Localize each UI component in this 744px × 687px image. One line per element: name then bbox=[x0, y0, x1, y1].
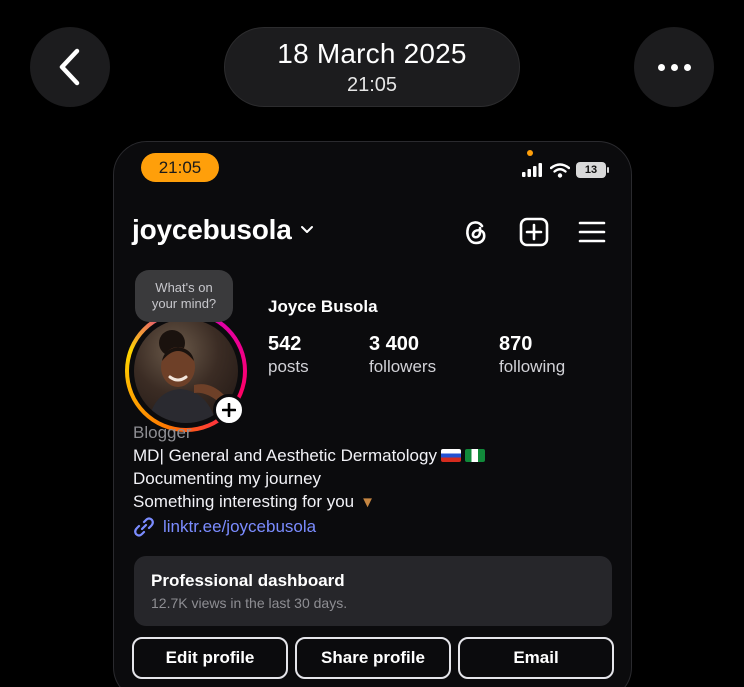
menu-icon[interactable] bbox=[578, 220, 606, 244]
privacy-indicator-dot bbox=[527, 150, 533, 156]
screenshot-date: 18 March 2025 bbox=[277, 37, 467, 69]
nigeria-flag-icon bbox=[464, 449, 485, 462]
account-switcher[interactable]: joycebusola bbox=[132, 214, 314, 246]
following-label: following bbox=[499, 357, 566, 376]
following-count: 870 bbox=[499, 333, 533, 355]
bio-line: Something interesting for you ▼ bbox=[133, 490, 485, 514]
posts-label: posts bbox=[268, 357, 309, 376]
posts-stat[interactable]: 542 posts bbox=[268, 332, 369, 378]
following-stat[interactable]: 870 following bbox=[499, 332, 565, 378]
profile-link[interactable]: linktr.ee/joycebusola bbox=[133, 516, 316, 538]
plus-icon bbox=[222, 403, 236, 417]
followers-stat[interactable]: 3 400 followers bbox=[369, 332, 499, 378]
share-profile-button[interactable]: Share profile bbox=[295, 637, 451, 679]
edit-profile-button[interactable]: Edit profile bbox=[132, 637, 288, 679]
cellular-signal-icon bbox=[522, 163, 542, 177]
profile-stats: 542 posts 3 400 followers 870 following bbox=[268, 332, 565, 378]
dashboard-title: Professional dashboard bbox=[151, 571, 345, 590]
ellipsis-icon bbox=[657, 63, 691, 71]
date-time-pill: 18 March 2025 21:05 bbox=[224, 27, 520, 107]
more-button[interactable] bbox=[634, 27, 714, 107]
bio-line: Documenting my journey bbox=[133, 469, 322, 488]
note-bubble[interactable]: What's on your mind? bbox=[135, 270, 233, 322]
status-icons: 13 bbox=[522, 162, 609, 178]
chevron-left-icon bbox=[59, 48, 80, 86]
battery-icon: 13 bbox=[576, 162, 609, 178]
create-post-icon[interactable] bbox=[519, 217, 549, 247]
back-button[interactable] bbox=[30, 27, 110, 107]
dashboard-subtitle: 12.7K views in the last 30 days. bbox=[151, 595, 348, 611]
profile-avatar[interactable] bbox=[125, 310, 247, 432]
posts-count: 542 bbox=[268, 333, 302, 355]
threads-icon[interactable] bbox=[462, 217, 490, 247]
link-icon bbox=[134, 517, 154, 537]
email-button[interactable]: Email bbox=[458, 637, 614, 679]
professional-dashboard[interactable]: Professional dashboard 12.7K views in th… bbox=[134, 556, 612, 626]
followers-count: 3 400 bbox=[369, 333, 420, 355]
username: joycebusola bbox=[132, 214, 292, 245]
profile-actions: Edit profile Share profile Email bbox=[132, 637, 614, 679]
followers-label: followers bbox=[369, 357, 437, 376]
wifi-icon bbox=[550, 162, 570, 178]
chevron-down-icon bbox=[300, 226, 313, 233]
screenshot-time: 21:05 bbox=[346, 73, 398, 96]
profile-screenshot: 21:05 13 joycebusola What's on your mind… bbox=[113, 141, 632, 687]
russia-flag-icon bbox=[440, 449, 461, 462]
bio-category: Blogger bbox=[133, 423, 192, 442]
profile-link-text: linktr.ee/joycebusola bbox=[163, 517, 317, 536]
display-name: Joyce Busola bbox=[268, 297, 378, 316]
pointing-down-icon: ▼ bbox=[360, 494, 375, 511]
bio: Blogger MD| General and Aesthetic Dermat… bbox=[133, 421, 485, 514]
bio-line-text: Something interesting for you bbox=[133, 492, 355, 511]
status-clock: 21:05 bbox=[141, 153, 219, 182]
header-actions bbox=[462, 217, 606, 247]
bio-line: MD| General and Aesthetic Dermatology bbox=[133, 444, 485, 467]
bio-line-text: MD| General and Aesthetic Dermatology bbox=[133, 446, 437, 465]
